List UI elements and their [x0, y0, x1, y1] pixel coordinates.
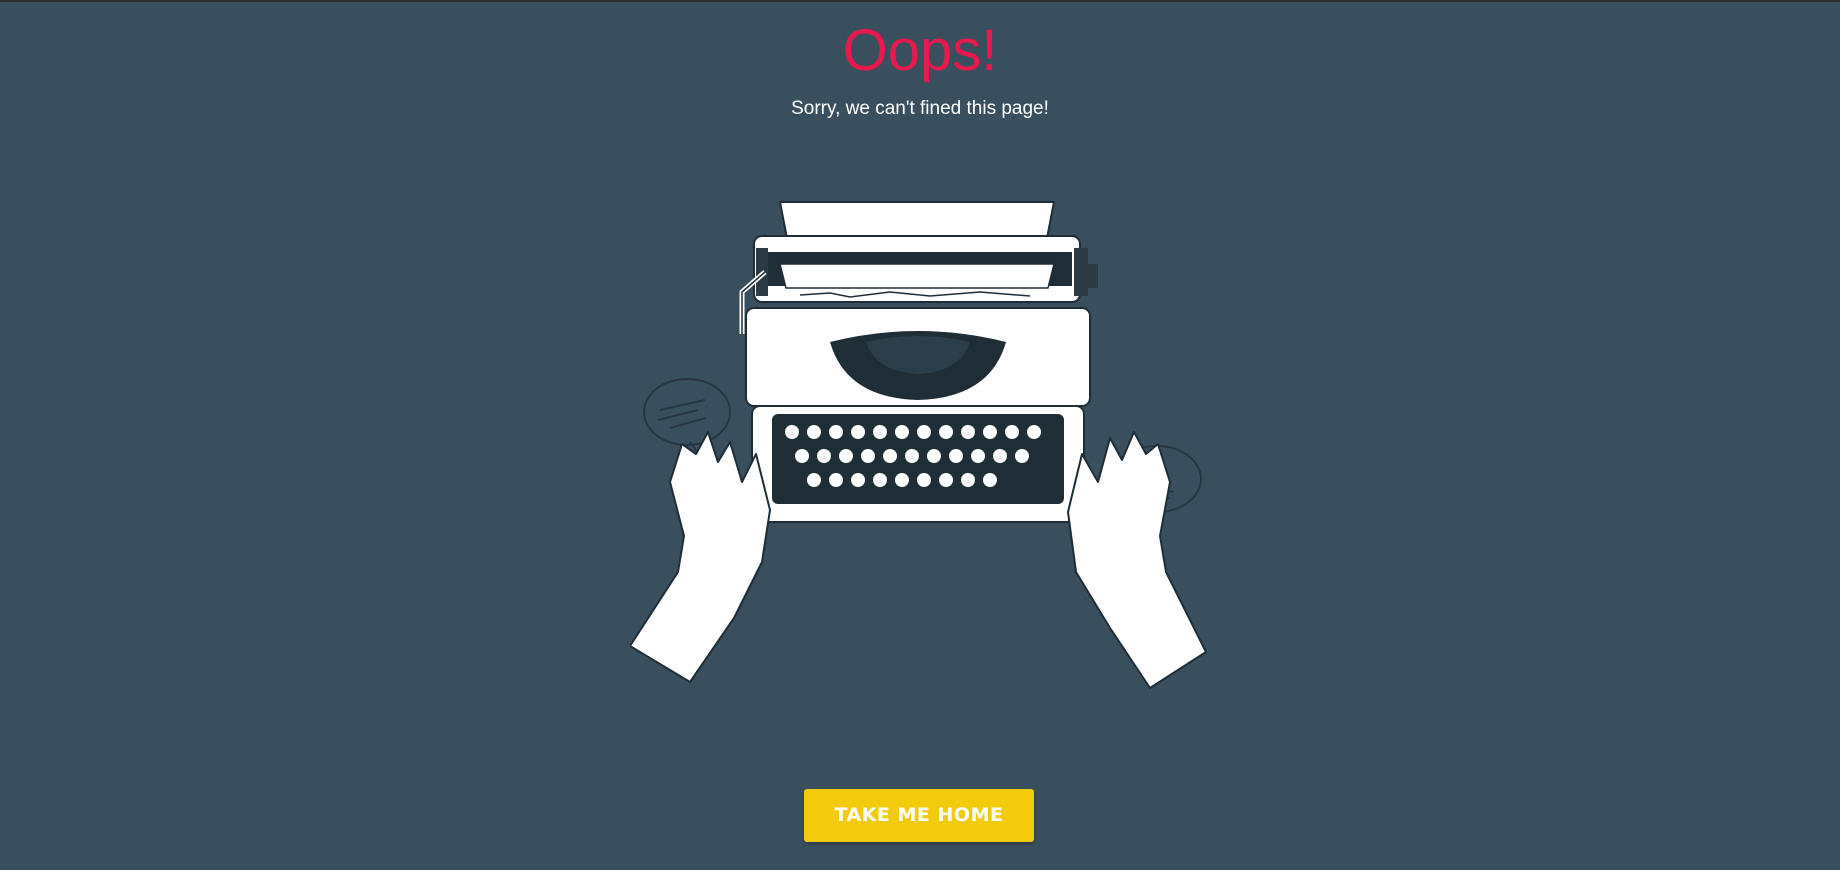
take-me-home-button[interactable]: TAKE ME HOME [804, 789, 1034, 842]
error-page: Oops! Sorry, we can't fined this page! T… [0, 0, 1840, 873]
page-title: Oops! [842, 18, 998, 83]
page-subtitle: Sorry, we can't fined this page! [791, 98, 1049, 119]
typewriter-illustration [630, 201, 1207, 689]
